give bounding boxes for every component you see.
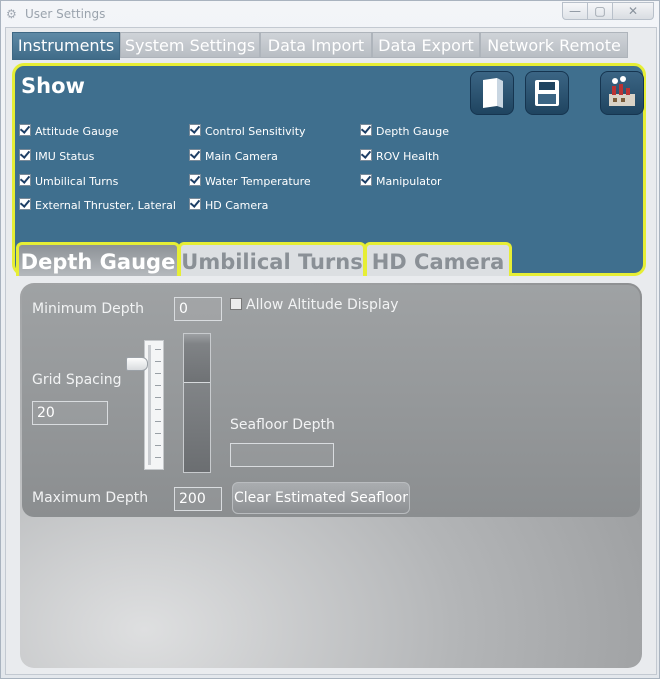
checkbox-attitude-gauge[interactable]: Attitude Gauge: [19, 124, 119, 140]
checkbox-manipulator[interactable]: Manipulator: [360, 174, 442, 190]
checkbox-label: HD Camera: [205, 199, 269, 212]
checkbox-checked-icon: [360, 174, 372, 186]
slider-tick: [155, 445, 161, 446]
checkbox-label: Main Camera: [205, 150, 278, 163]
slider-tick: [155, 409, 161, 410]
clear-estimated-seafloor-button[interactable]: Clear Estimated Seafloor: [232, 482, 410, 514]
checkbox-external-thruster-lateral[interactable]: External Thruster, Lateral: [19, 198, 176, 214]
open-file-button[interactable]: [470, 71, 514, 115]
maximize-button[interactable]: ▢: [587, 2, 613, 20]
checkbox-unchecked-icon: [230, 298, 242, 310]
minimum-depth-label: Minimum Depth: [32, 301, 144, 317]
tab-system-settings[interactable]: System Settings: [120, 32, 260, 58]
checkbox-hd-camera[interactable]: HD Camera: [189, 198, 268, 214]
minimum-depth-input[interactable]: 0: [174, 297, 222, 321]
checkbox-label: Manipulator: [376, 175, 442, 188]
checkbox-label: Umbilical Turns: [35, 175, 119, 188]
checkbox-label: Control Sensitivity: [205, 125, 306, 138]
slider-tick: [155, 349, 161, 350]
depth-slider-thumb[interactable]: [126, 357, 148, 371]
checkbox-checked-icon: [189, 198, 201, 210]
checkbox-depth-gauge[interactable]: Depth Gauge: [360, 124, 449, 140]
checkbox-umbilical-turns[interactable]: Umbilical Turns: [19, 174, 118, 190]
checkbox-checked-icon: [189, 174, 201, 186]
app-icon: ⚙: [6, 7, 17, 21]
checkbox-checked-icon: [19, 198, 31, 210]
checkbox-checked-icon: [360, 124, 372, 136]
checkbox-imu-status[interactable]: IMU Status: [19, 149, 94, 165]
maximum-depth-input[interactable]: 200: [174, 487, 222, 511]
slider-tick: [155, 373, 161, 374]
allow-altitude-checkbox[interactable]: Allow Altitude Display: [230, 297, 399, 313]
grid-spacing-label: Grid Spacing: [32, 372, 122, 388]
seafloor-depth-input[interactable]: [230, 443, 334, 467]
slider-tick: [155, 397, 161, 398]
checkbox-checked-icon: [19, 124, 31, 136]
checkbox-checked-icon: [19, 149, 31, 161]
checkbox-water-temperature[interactable]: Water Temperature: [189, 174, 311, 190]
slider-tick: [155, 433, 161, 434]
slider-rail: [148, 345, 151, 465]
checkbox-checked-icon: [19, 174, 31, 186]
checkbox-checked-icon: [189, 124, 201, 136]
slider-tick: [155, 421, 161, 422]
factory-icon: [609, 76, 635, 106]
tab-network-remote[interactable]: Network Remote: [480, 32, 628, 58]
depth-gauge-preview: [183, 333, 211, 473]
checkbox-main-camera[interactable]: Main Camera: [189, 149, 278, 165]
checkbox-control-sensitivity[interactable]: Control Sensitivity: [189, 124, 306, 140]
checkbox-label: External Thruster, Lateral: [35, 199, 176, 212]
show-title: Show: [21, 74, 85, 98]
checkbox-label: Attitude Gauge: [35, 125, 119, 138]
user-settings-window: ⚙ User Settings — ▢ ✕ Instruments System…: [0, 0, 660, 679]
allow-altitude-label: Allow Altitude Display: [246, 297, 399, 313]
slider-tick: [155, 385, 161, 386]
depth-bar-segment: [184, 344, 210, 383]
subtab-depth-gauge[interactable]: Depth Gauge: [16, 242, 180, 276]
grid-spacing-input[interactable]: 20: [32, 401, 108, 425]
factory-button[interactable]: [600, 71, 644, 115]
title-bar[interactable]: ⚙ User Settings — ▢ ✕: [1, 1, 659, 27]
checkbox-label: IMU Status: [35, 150, 95, 163]
client-area: Instruments System Settings Data Import …: [5, 27, 657, 675]
checkbox-label: Depth Gauge: [376, 125, 449, 138]
slider-tick: [155, 361, 161, 362]
open-file-icon: [483, 78, 503, 108]
subtab-hd-camera[interactable]: HD Camera: [364, 242, 512, 276]
checkbox-label: ROV Health: [376, 150, 440, 163]
save-button[interactable]: [525, 71, 569, 115]
minimize-button[interactable]: —: [562, 2, 588, 20]
checkbox-checked-icon: [360, 149, 372, 161]
tab-instruments[interactable]: Instruments: [12, 32, 120, 60]
tab-data-import[interactable]: Data Import: [260, 32, 372, 58]
subtab-umbilical-turns[interactable]: Umbilical Turns: [178, 242, 366, 276]
close-button[interactable]: ✕: [612, 2, 654, 20]
depth-gauge-content: Minimum Depth 0 Allow Altitude Display G…: [20, 283, 642, 668]
depth-gauge-settings: Minimum Depth 0 Allow Altitude Display G…: [22, 285, 640, 517]
checkbox-checked-icon: [189, 149, 201, 161]
seafloor-depth-label: Seafloor Depth: [230, 417, 335, 433]
maximum-depth-label: Maximum Depth: [32, 490, 149, 506]
checkbox-rov-health[interactable]: ROV Health: [360, 149, 439, 165]
tab-data-export[interactable]: Data Export: [372, 32, 480, 58]
checkbox-label: Water Temperature: [205, 175, 311, 188]
save-icon: [535, 80, 559, 106]
slider-tick: [155, 457, 161, 458]
window-title: User Settings: [25, 7, 106, 21]
